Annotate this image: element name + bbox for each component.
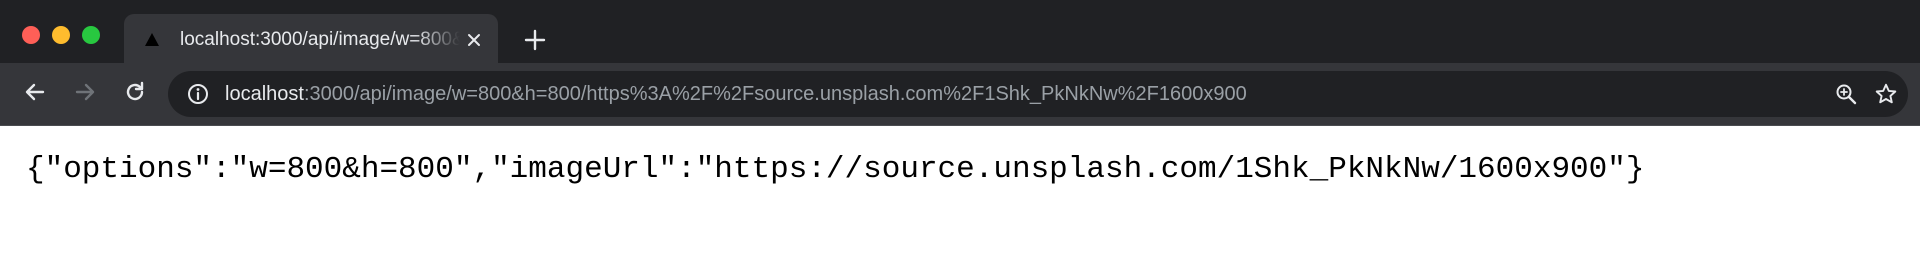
star-icon[interactable] [1872,80,1900,108]
reload-button[interactable] [118,77,152,111]
forward-button[interactable] [68,77,102,111]
arrow-right-icon [73,80,97,109]
zoom-in-icon[interactable] [1832,80,1860,108]
reload-icon [123,80,147,109]
plus-icon [524,29,546,56]
info-icon[interactable] [186,82,210,106]
active-tab[interactable]: localhost:3000/api/image/w=800&h=800/htt… [124,14,498,63]
url-path: :3000/api/image/w=800&h=800/https%3A%2F%… [303,83,1247,105]
browser-toolbar: localhost:3000/api/image/w=800&h=800/htt… [0,63,1920,126]
arrow-left-icon [23,80,47,109]
minimize-window-button[interactable] [52,26,70,44]
tab-title: localhost:3000/api/image/w=800&h=800/htt… [180,29,460,50]
zoom-window-button[interactable] [82,26,100,44]
back-button[interactable] [18,77,52,111]
address-bar[interactable]: localhost:3000/api/image/w=800&h=800/htt… [168,71,1908,117]
close-window-button[interactable] [22,26,40,44]
json-response-text: {"options":"w=800&h=800","imageUrl":"htt… [26,152,1645,187]
url-text[interactable]: localhost:3000/api/image/w=800&h=800/htt… [225,82,1247,106]
close-icon[interactable] [462,28,486,52]
tab-strip: localhost:3000/api/image/w=800&h=800/htt… [0,0,1920,63]
new-tab-button[interactable] [520,27,550,57]
triangle-icon [144,32,160,48]
page-content: {"options":"w=800&h=800","imageUrl":"htt… [0,126,1920,273]
url-host: localhost [225,83,304,105]
